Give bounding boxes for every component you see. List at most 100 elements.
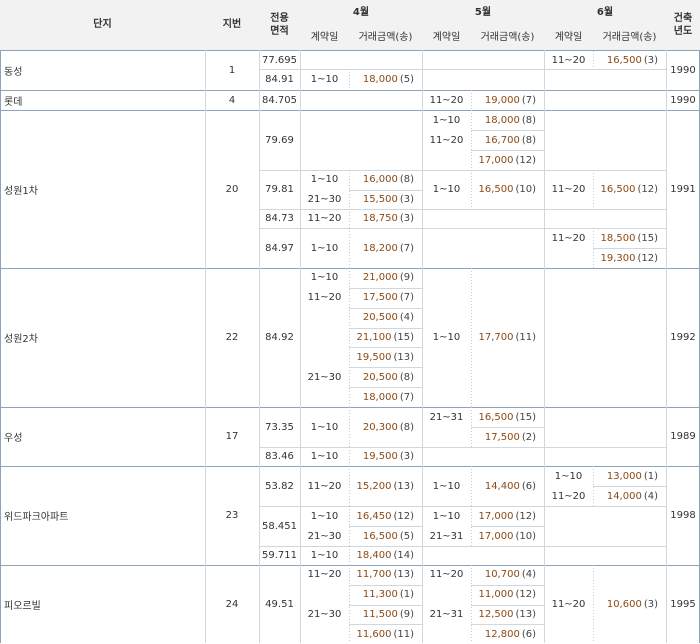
trade-count: (12) [637, 252, 658, 264]
trade-count: (15) [637, 232, 658, 244]
trade-amount: 16,500 [362, 530, 398, 542]
trade-count: (7) [399, 242, 414, 254]
trade-count: (4) [399, 312, 414, 324]
trade-amount: 12,500 [478, 608, 514, 620]
complex-lot: 4 [228, 94, 236, 106]
trade-amount: 11,600 [356, 628, 392, 640]
contract-day: 1~10 [310, 510, 339, 522]
trade-count: (14) [393, 550, 414, 561]
contract-day: 1~10 [432, 184, 461, 195]
trade-count: (13) [393, 480, 414, 492]
trade-amount: 21,100 [356, 331, 392, 343]
trade-count: (11) [515, 332, 536, 343]
trade-amount: 13,000 [606, 470, 642, 482]
area-value: 79.69 [265, 134, 294, 146]
trade-amount: 20,500 [362, 371, 398, 383]
area-value: 58.451 [262, 520, 297, 532]
contract-day: 1~10 [310, 421, 339, 433]
price-cell: 11,000 (12) [471, 585, 544, 605]
area-value: 53.82 [265, 480, 294, 492]
trade-amount: 10,600 [606, 599, 642, 610]
price-cell: 19,300 (12) [593, 248, 666, 268]
trade-count: (12) [515, 510, 536, 522]
price-cell: 11,700 (13) [349, 565, 422, 585]
price-cell: 10,600 (3) [593, 565, 666, 644]
area-value: 49.51 [265, 599, 294, 610]
trade-count: (12) [515, 589, 536, 601]
trade-amount: 10,700 [484, 569, 520, 581]
price-cell: 12,500 (13) [471, 605, 544, 625]
contract-day: 11~20 [429, 134, 464, 146]
contract-day: 1~10 [554, 470, 583, 482]
trade-count: (10) [515, 530, 536, 542]
complex-year: 1992 [670, 332, 696, 343]
trade-amount: 18,750 [362, 213, 398, 224]
trade-amount: 21,000 [362, 272, 398, 284]
complex-name: 우성 [4, 433, 23, 444]
header-area: 전용 면적 [259, 0, 300, 50]
area-value: 77.695 [262, 54, 297, 66]
transaction-table: 단지 지번 전용 면적 4월 5월 6월 건축 년도 계약일 거래금액(송) 계… [0, 0, 700, 643]
trade-amount: 16,500 [478, 411, 514, 423]
price-cell: 16,500 (10) [471, 170, 544, 209]
trade-count: (3) [643, 54, 658, 66]
contract-day: 1~10 [310, 174, 339, 186]
complex-year: 1989 [670, 431, 696, 442]
trade-count: (7) [521, 94, 536, 106]
trade-amount: 19,300 [600, 252, 636, 264]
contract-day: 1~10 [310, 242, 339, 254]
price-cell: 18,000 (5) [349, 69, 422, 90]
contract-day: 11~20 [307, 569, 342, 581]
price-cell: 18,500 (15) [593, 228, 666, 248]
trade-count: (6) [521, 628, 536, 640]
trade-count: (9) [399, 272, 414, 284]
contract-day: 21~31 [429, 530, 464, 542]
trade-count: (8) [399, 371, 414, 383]
trade-count: (8) [399, 421, 414, 433]
area-value: 84.705 [262, 94, 297, 106]
trade-amount: 16,500 [478, 184, 514, 195]
complex-year: 1995 [670, 599, 696, 610]
complex-lot: 20 [225, 183, 239, 195]
contract-day: 11~20 [429, 94, 464, 106]
complex-lot: 17 [225, 431, 239, 442]
contract-day: 1~10 [432, 332, 461, 343]
trade-amount: 17,500 [484, 431, 520, 443]
header-apr-amount: 거래금액(송) [349, 25, 422, 50]
trade-count: (8) [399, 174, 414, 186]
trade-count: (12) [515, 154, 536, 166]
complex-name: 성원1차 [4, 185, 38, 197]
trade-amount: 16,500 [600, 184, 636, 195]
complex-year: 1998 [670, 510, 696, 521]
trade-count: (3) [399, 213, 414, 224]
trade-count: (3) [399, 193, 414, 205]
contract-day: 1~10 [432, 114, 461, 126]
header-jun-amount: 거래금액(송) [593, 25, 666, 50]
price-cell: 19,000 (7) [471, 90, 544, 110]
contract-day: 11~20 [307, 480, 342, 492]
header-jun-contract-day: 계약일 [544, 25, 593, 50]
trade-count: (2) [521, 431, 536, 443]
header-lot: 지번 [205, 0, 259, 50]
trade-count: (3) [643, 599, 658, 610]
price-cell: 14,000 (4) [593, 486, 666, 506]
price-cell: 18,000 (7) [349, 387, 422, 407]
trade-amount: 11,700 [356, 569, 392, 581]
price-cell: 17,500 (2) [471, 427, 544, 447]
price-cell: 20,300 (8) [349, 407, 422, 447]
price-cell: 15,200 (13) [349, 466, 422, 506]
trade-count: (3) [399, 451, 414, 462]
trade-count: (12) [637, 184, 658, 195]
complex-lot: 23 [225, 510, 239, 521]
contract-day: 11~20 [307, 213, 342, 224]
trade-amount: 18,200 [362, 242, 398, 254]
price-cell: 17,000 (10) [471, 526, 544, 546]
trade-amount: 20,500 [362, 312, 398, 324]
trade-count: (4) [643, 490, 658, 502]
contract-day: 11~20 [551, 599, 586, 610]
contract-day: 1~10 [310, 74, 339, 85]
trade-count: (13) [393, 569, 414, 581]
price-cell: 18,400 (14) [349, 546, 422, 565]
price-cell: 12,800 (6) [471, 624, 544, 644]
price-cell: 18,750 (3) [349, 209, 422, 228]
